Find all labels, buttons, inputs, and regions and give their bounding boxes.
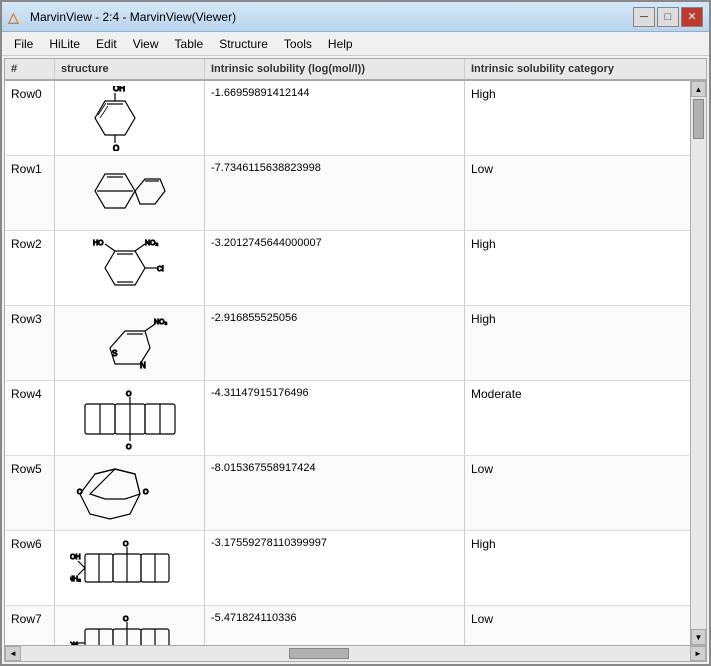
menu-edit[interactable]: Edit bbox=[88, 35, 125, 53]
cell-row0-index: Row0 bbox=[5, 81, 55, 155]
cell-row1-category: Low bbox=[465, 156, 690, 230]
menu-tools[interactable]: Tools bbox=[276, 35, 320, 53]
close-button[interactable]: ✕ bbox=[681, 7, 703, 27]
menu-bar: File HiLite Edit View Table Structure To… bbox=[2, 32, 709, 56]
cell-row7-category: Low bbox=[465, 606, 690, 645]
header-index: # bbox=[5, 59, 55, 79]
window-title: MarvinView - 2:4 - MarvinView(Viewer) bbox=[30, 10, 236, 24]
table-row: Row1 bbox=[5, 156, 690, 231]
table-row: Row6 bbox=[5, 531, 690, 606]
menu-file[interactable]: File bbox=[6, 35, 41, 53]
svg-text:O: O bbox=[123, 541, 129, 548]
scroll-up-button[interactable]: ▲ bbox=[691, 81, 706, 97]
app-icon: △ bbox=[8, 9, 24, 25]
menu-structure[interactable]: Structure bbox=[211, 35, 276, 53]
cell-row5-category: Low bbox=[465, 456, 690, 530]
svg-text:OH: OH bbox=[113, 86, 125, 93]
svg-text:NH₂: NH₂ bbox=[70, 576, 81, 583]
cell-row1-solubility: -7.7346115638823998 bbox=[205, 156, 465, 230]
menu-hilite[interactable]: HiLite bbox=[41, 35, 88, 53]
table-row: Row0 OH bbox=[5, 81, 690, 156]
data-table: # structure Intrinsic solubility (log(mo… bbox=[4, 58, 707, 662]
cell-row6-index: Row6 bbox=[5, 531, 55, 605]
table-row: Row3 S N bbox=[5, 306, 690, 381]
cell-row5-solubility: -8.015367558917424 bbox=[205, 456, 465, 530]
header-solubility: Intrinsic solubility (log(mol/l)) bbox=[205, 59, 465, 79]
table-row: Row5 O O bbox=[5, 456, 690, 531]
cell-row5-index: Row5 bbox=[5, 456, 55, 530]
cell-row2-solubility: -3.2012745644000007 bbox=[205, 231, 465, 305]
cell-row2-structure: NO₂ Cl HO bbox=[55, 231, 205, 305]
svg-text:NO₂: NO₂ bbox=[145, 240, 159, 247]
horizontal-scrollbar[interactable]: ◄ ► bbox=[5, 645, 706, 661]
table-body: Row0 OH bbox=[5, 81, 690, 645]
cell-row2-category: High bbox=[465, 231, 690, 305]
table-row: Row4 bbox=[5, 381, 690, 456]
svg-text:HO: HO bbox=[93, 240, 104, 247]
cell-row1-structure bbox=[55, 156, 205, 230]
cell-row4-category: Moderate bbox=[465, 381, 690, 455]
maximize-button[interactable]: □ bbox=[657, 7, 679, 27]
vertical-scrollbar[interactable]: ▲ ▼ bbox=[690, 81, 706, 645]
cell-row3-category: High bbox=[465, 306, 690, 380]
table-body-wrapper: Row0 OH bbox=[5, 81, 706, 645]
cell-row6-category: High bbox=[465, 531, 690, 605]
menu-table[interactable]: Table bbox=[167, 35, 212, 53]
svg-text:O: O bbox=[126, 444, 132, 451]
cell-row7-solubility: -5.471824110336 bbox=[205, 606, 465, 645]
table-header: # structure Intrinsic solubility (log(mo… bbox=[5, 59, 706, 81]
svg-text:Cl: Cl bbox=[157, 266, 164, 273]
minimize-button[interactable]: ─ bbox=[633, 7, 655, 27]
cell-row0-category: High bbox=[465, 81, 690, 155]
main-window: △ MarvinView - 2:4 - MarvinView(Viewer) … bbox=[0, 0, 711, 666]
cell-row0-structure: OH O bbox=[55, 81, 205, 155]
svg-text:O: O bbox=[123, 616, 129, 623]
scroll-down-button[interactable]: ▼ bbox=[691, 629, 706, 645]
cell-row0-solubility: -1.66959891412144 bbox=[205, 81, 465, 155]
cell-row6-solubility: -3.17559278110399997 bbox=[205, 531, 465, 605]
svg-text:O: O bbox=[126, 391, 132, 398]
cell-row1-index: Row1 bbox=[5, 156, 55, 230]
svg-text:OH: OH bbox=[70, 554, 81, 561]
menu-help[interactable]: Help bbox=[320, 35, 361, 53]
cell-row7-index: Row7 bbox=[5, 606, 55, 645]
cell-row3-index: Row3 bbox=[5, 306, 55, 380]
cell-row7-structure: COOH O O bbox=[55, 606, 205, 645]
svg-text:N: N bbox=[140, 361, 146, 370]
scroll-right-button[interactable]: ► bbox=[690, 646, 706, 661]
cell-row3-structure: S N NO₂ bbox=[55, 306, 205, 380]
scroll-h-track[interactable] bbox=[21, 646, 690, 661]
scroll-track[interactable] bbox=[691, 97, 706, 629]
scroll-h-thumb[interactable] bbox=[289, 648, 349, 659]
menu-view[interactable]: View bbox=[125, 35, 167, 53]
title-bar: △ MarvinView - 2:4 - MarvinView(Viewer) … bbox=[2, 2, 709, 32]
header-structure: structure bbox=[55, 59, 205, 79]
scroll-left-button[interactable]: ◄ bbox=[5, 646, 21, 661]
cell-row5-structure: O O bbox=[55, 456, 205, 530]
svg-text:S: S bbox=[112, 349, 117, 358]
cell-row3-solubility: -2.916855525056 bbox=[205, 306, 465, 380]
window-controls: ─ □ ✕ bbox=[633, 7, 703, 27]
table-row: Row7 bbox=[5, 606, 690, 645]
cell-row2-index: Row2 bbox=[5, 231, 55, 305]
svg-text:O: O bbox=[113, 144, 119, 151]
cell-row6-structure: OH NH₂ O bbox=[55, 531, 205, 605]
cell-row4-solubility: -4.31147915176496 bbox=[205, 381, 465, 455]
svg-text:O: O bbox=[77, 489, 83, 496]
table-row: Row2 NO₂ bbox=[5, 231, 690, 306]
svg-text:O: O bbox=[143, 489, 149, 496]
header-category: Intrinsic solubility category bbox=[465, 59, 690, 79]
title-bar-left: △ MarvinView - 2:4 - MarvinView(Viewer) bbox=[8, 9, 236, 25]
scroll-thumb[interactable] bbox=[693, 99, 704, 139]
svg-text:NO₂: NO₂ bbox=[154, 319, 168, 326]
cell-row4-structure: O O bbox=[55, 381, 205, 455]
cell-row4-index: Row4 bbox=[5, 381, 55, 455]
